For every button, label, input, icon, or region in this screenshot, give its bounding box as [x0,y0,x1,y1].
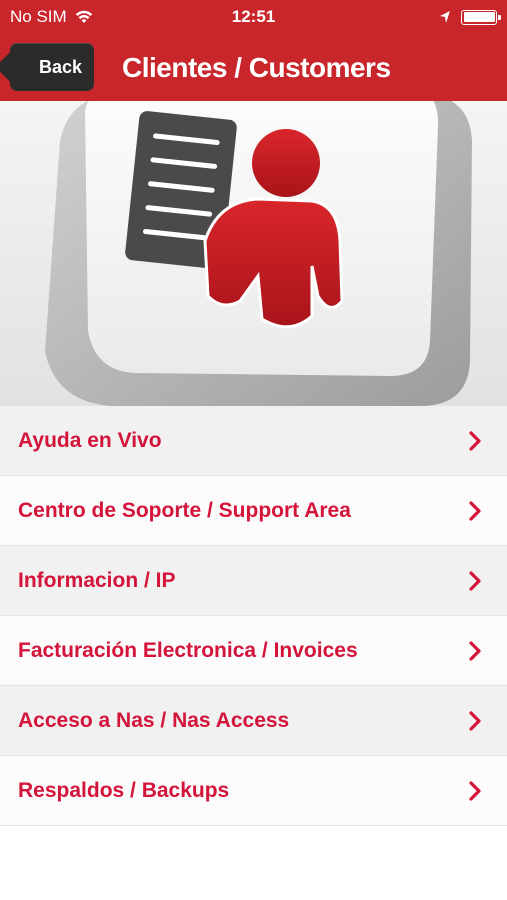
chevron-right-icon [469,570,481,591]
menu-item-backups[interactable]: Respaldos / Backups [0,756,507,826]
chevron-right-icon [469,500,481,521]
chevron-right-icon [469,430,481,451]
back-button[interactable]: Back [10,43,94,91]
location-arrow-icon [440,11,450,23]
back-button-label: Back [38,57,82,77]
chevron-right-icon [469,640,481,661]
menu-item-label: Facturación Electronica / Invoices [18,638,358,662]
chevron-right-icon [469,780,481,801]
clock: 12:51 [231,7,276,26]
navigation-bar: Back Clientes / Customers [0,34,507,101]
hero-banner [0,101,507,406]
page-title: Clientes / Customers [122,52,391,83]
status-bar: No SIM 12:51 [0,0,507,34]
menu-item-informacion-ip[interactable]: Informacion / IP [0,546,507,616]
menu-item-label: Acceso a Nas / Nas Access [18,708,290,732]
chevron-right-icon [469,710,481,731]
menu-item-ayuda-en-vivo[interactable]: Ayuda en Vivo [0,406,507,476]
menu-item-support-area[interactable]: Centro de Soporte / Support Area [0,476,507,546]
customer-list-key-icon [45,101,472,406]
menu-item-label: Informacion / IP [18,568,176,592]
battery-icon [461,9,501,25]
menu-item-label: Respaldos / Backups [18,778,230,802]
menu-item-nas-access[interactable]: Acceso a Nas / Nas Access [0,686,507,756]
status-right-group [439,0,501,34]
menu-list: Ayuda en Vivo Centro de Soporte / Suppor… [0,406,507,826]
menu-item-label: Ayuda en Vivo [18,428,162,452]
menu-item-label: Centro de Soporte / Support Area [18,498,351,522]
menu-item-invoices[interactable]: Facturación Electronica / Invoices [0,616,507,686]
